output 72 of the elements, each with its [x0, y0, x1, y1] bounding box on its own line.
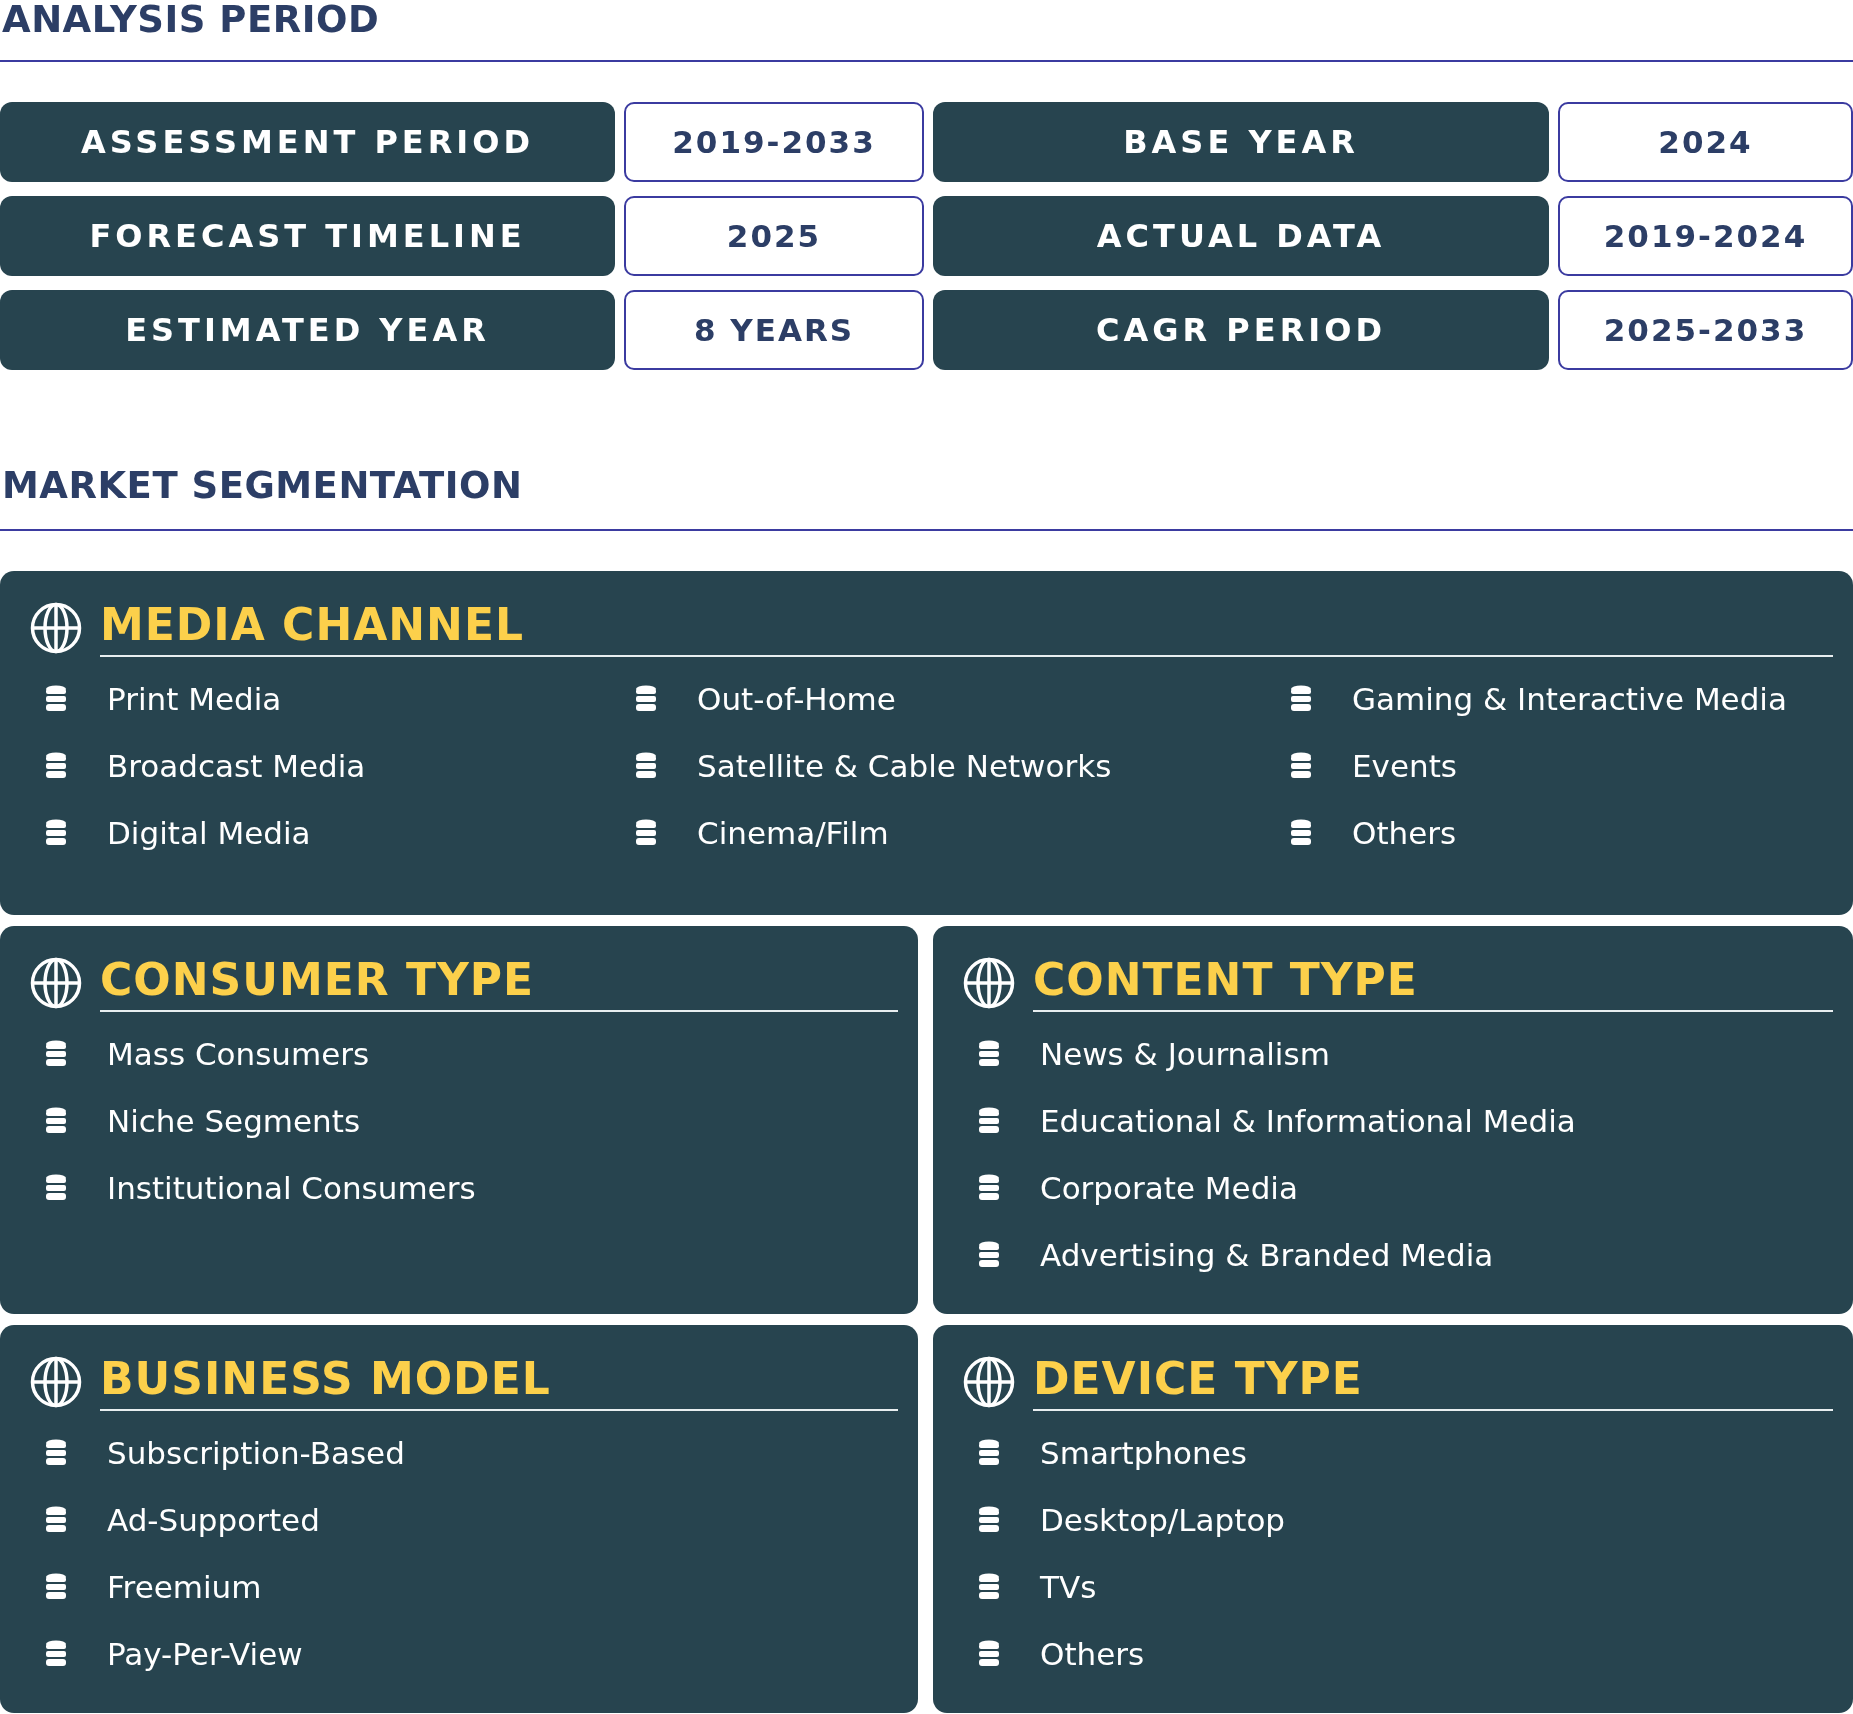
database-icon [978, 1639, 1000, 1668]
period-label: ACTUAL DATA [933, 196, 1549, 276]
period-label: ASSESSMENT PERIOD [0, 102, 615, 182]
segment-item: News & Journalism [1040, 1035, 1330, 1072]
segment-title: BUSINESS MODEL [100, 1353, 551, 1404]
database-icon [635, 818, 657, 847]
segment-item: Digital Media [107, 814, 311, 851]
globe-icon [30, 602, 82, 654]
globe-icon [30, 1356, 82, 1408]
segment-item: Corporate Media [1040, 1169, 1298, 1206]
database-icon [978, 1106, 1000, 1135]
database-icon [45, 1173, 67, 1202]
period-value: 8 YEARS [624, 290, 924, 370]
segment-title: CONTENT TYPE [1033, 954, 1418, 1005]
database-icon [45, 818, 67, 847]
segment-item: TVs [1040, 1568, 1097, 1605]
segment-item: Print Media [107, 680, 282, 717]
database-icon [45, 1438, 67, 1467]
period-value: 2025-2033 [1558, 290, 1853, 370]
period-label: CAGR PERIOD [933, 290, 1549, 370]
segment-item: Smartphones [1040, 1434, 1247, 1471]
segment-item: Events [1352, 747, 1457, 784]
database-icon [635, 751, 657, 780]
globe-icon [30, 957, 82, 1009]
database-icon [45, 1572, 67, 1601]
segment-item: Others [1352, 814, 1457, 851]
period-value: 2019-2033 [624, 102, 924, 182]
globe-icon [963, 1356, 1015, 1408]
segment-item: Out-of-Home [697, 680, 896, 717]
period-label: FORECAST TIMELINE [0, 196, 615, 276]
database-icon [978, 1173, 1000, 1202]
database-icon [45, 1505, 67, 1534]
database-icon [1290, 818, 1312, 847]
segment-item: Broadcast Media [107, 747, 366, 784]
section-heading: ANALYSIS PERIOD [1, 0, 381, 40]
globe-icon [963, 957, 1015, 1009]
database-icon [978, 1572, 1000, 1601]
segment-item: Desktop/Laptop [1040, 1501, 1286, 1538]
period-value: 2024 [1558, 102, 1853, 182]
segment-item: Gaming & Interactive Media [1352, 680, 1787, 717]
segment-item: Subscription-Based [107, 1434, 405, 1471]
segment-item: Satellite & Cable Networks [697, 747, 1112, 784]
section-heading: MARKET SEGMENTATION [1, 466, 524, 506]
database-icon [978, 1240, 1000, 1269]
database-icon [45, 684, 67, 713]
segment-title: DEVICE TYPE [1033, 1353, 1363, 1404]
segment-title: MEDIA CHANNEL [100, 599, 525, 650]
segment-item: Cinema/Film [697, 814, 889, 851]
period-label: BASE YEAR [933, 102, 1549, 182]
database-icon [45, 1039, 67, 1068]
database-icon [978, 1505, 1000, 1534]
segment-title: CONSUMER TYPE [100, 954, 535, 1005]
period-value: 2025 [624, 196, 924, 276]
segment-item: Advertising & Branded Media [1040, 1236, 1494, 1273]
segment-item: Institutional Consumers [107, 1169, 476, 1206]
database-icon [45, 1106, 67, 1135]
database-icon [45, 751, 67, 780]
database-icon [978, 1039, 1000, 1068]
database-icon [1290, 751, 1312, 780]
database-icon [45, 1639, 67, 1668]
segment-item: Mass Consumers [107, 1035, 370, 1072]
segment-item: Others [1040, 1635, 1145, 1672]
segment-item: Educational & Informational Media [1040, 1102, 1576, 1139]
database-icon [978, 1438, 1000, 1467]
period-value: 2019-2024 [1558, 196, 1853, 276]
database-icon [1290, 684, 1312, 713]
segment-item: Freemium [107, 1568, 262, 1605]
period-label: ESTIMATED YEAR [0, 290, 615, 370]
segment-item: Ad-Supported [107, 1501, 320, 1538]
segment-item: Niche Segments [107, 1102, 361, 1139]
segment-item: Pay-Per-View [107, 1635, 303, 1672]
database-icon [635, 684, 657, 713]
